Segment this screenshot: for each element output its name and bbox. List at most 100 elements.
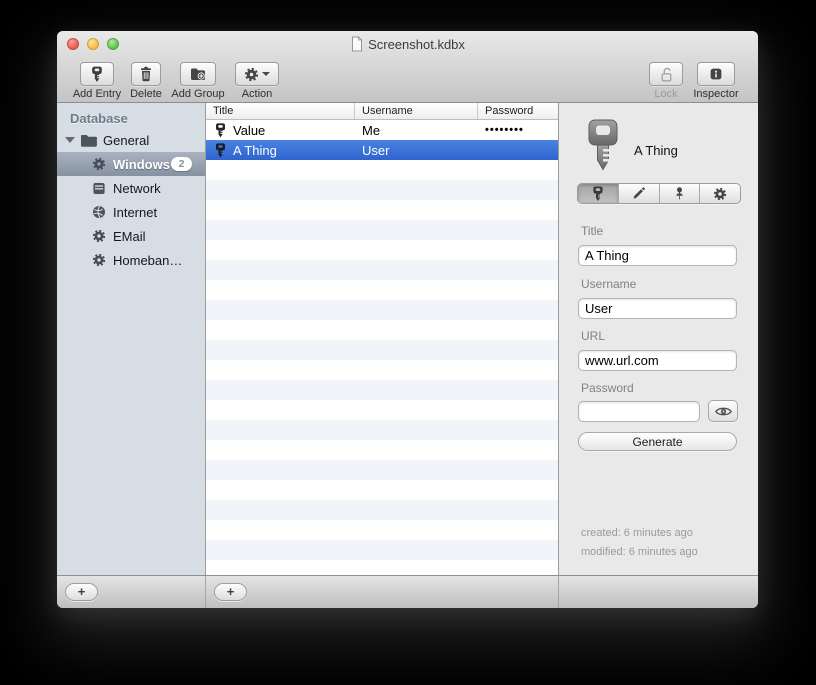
add-group-button[interactable] xyxy=(180,62,216,86)
content-area: Database General Windows 2 Network Inter… xyxy=(57,103,758,575)
entry-row-value[interactable]: Value Me •••••••• xyxy=(206,120,558,140)
document-icon xyxy=(350,36,363,52)
title-field[interactable] xyxy=(578,245,737,266)
gear-icon xyxy=(713,187,727,201)
toolbar-item-lock: Lock xyxy=(646,62,686,100)
username-field-label: Username xyxy=(581,277,637,291)
delete-button[interactable] xyxy=(131,62,161,86)
delete-label: Delete xyxy=(130,88,162,100)
sidebar-section-header: Database xyxy=(70,111,128,126)
sidebar-item-label: Windows xyxy=(113,156,170,172)
group-sidebar: Database General Windows 2 Network Inter… xyxy=(57,103,206,575)
pushpin-icon xyxy=(672,186,687,201)
entry-count-badge: 2 xyxy=(171,157,192,171)
inspector-label: Inspector xyxy=(693,88,739,100)
zoom-button[interactable] xyxy=(107,38,119,50)
title-bar[interactable]: Screenshot.kdbx xyxy=(57,31,758,57)
disclosure-triangle-icon[interactable] xyxy=(65,137,75,143)
column-header-password[interactable]: Password xyxy=(478,103,558,119)
inspector-panel: A Thing Title A Thing Username User URL … xyxy=(559,103,758,575)
bottom-bar: + + xyxy=(57,575,758,608)
password-field-label: Password xyxy=(581,381,634,395)
username-field[interactable] xyxy=(578,298,737,319)
gear-icon xyxy=(90,229,107,243)
globe-icon xyxy=(90,205,107,219)
toolbar-item-action: Action xyxy=(229,62,285,100)
sidebar-item-general[interactable]: General xyxy=(57,128,205,152)
add-entry-label: Add Entry xyxy=(72,88,122,100)
url-field[interactable] xyxy=(578,350,737,371)
window-title-text: Screenshot.kdbx xyxy=(368,36,465,52)
folder-icon xyxy=(80,134,97,147)
action-label: Action xyxy=(241,88,273,100)
gear-icon xyxy=(90,253,107,267)
tab-edit[interactable] xyxy=(619,184,660,203)
toolbar-item-inspector: Inspector xyxy=(686,62,746,100)
entry-list-header: Title Username Password xyxy=(206,103,558,120)
sidebar-item-label: Internet xyxy=(113,204,158,220)
reveal-password-button[interactable] xyxy=(708,400,738,422)
trash-icon xyxy=(139,66,153,82)
inspector-entry-title: A Thing xyxy=(634,143,678,158)
minimize-button[interactable] xyxy=(87,38,99,50)
entry-key-icon xyxy=(588,119,618,178)
generate-password-button[interactable]: Generate xyxy=(578,432,737,451)
lock-button[interactable] xyxy=(649,62,683,86)
eye-icon xyxy=(714,405,733,418)
empty-rows-stripes xyxy=(206,160,558,575)
title-field-label: Title xyxy=(581,224,604,238)
inspector-tabs xyxy=(577,183,741,204)
tab-key[interactable] xyxy=(578,184,619,203)
column-header-title[interactable]: Title xyxy=(206,103,355,119)
entry-title: Value xyxy=(233,122,266,138)
traffic-lights xyxy=(67,38,119,50)
chevron-down-icon xyxy=(262,72,270,76)
server-icon xyxy=(90,182,107,195)
sidebar-item-label: General xyxy=(103,132,150,148)
password-field[interactable] xyxy=(578,401,700,422)
sidebar-item-internet[interactable]: Internet xyxy=(57,200,205,224)
toolbar-item-add-group: Add Group xyxy=(167,62,229,100)
pencil-icon xyxy=(631,186,646,201)
key-icon xyxy=(215,142,226,158)
sidebar-item-label: Homeban… xyxy=(113,252,183,268)
toolbar: Add Entry Delete Add Group Action Lock I… xyxy=(57,57,758,103)
gear-icon xyxy=(244,67,259,82)
entry-password-dots xyxy=(478,140,558,160)
inspector-button[interactable] xyxy=(697,62,735,86)
add-entry-plus-button[interactable]: + xyxy=(214,583,247,601)
sidebar-item-email[interactable]: EMail xyxy=(57,224,205,248)
sidebar-item-label: Network xyxy=(113,180,161,196)
action-button[interactable] xyxy=(235,62,279,86)
entry-title: A Thing xyxy=(233,142,277,158)
tab-settings[interactable] xyxy=(700,184,740,203)
key-icon xyxy=(215,122,226,138)
tab-pin[interactable] xyxy=(660,184,701,203)
sidebar-item-homebanking[interactable]: Homeban… xyxy=(57,248,205,272)
sidebar-item-label: EMail xyxy=(113,228,146,244)
sidebar-item-network[interactable]: Network xyxy=(57,176,205,200)
entry-row-a-thing[interactable]: A Thing User xyxy=(206,140,558,160)
bottom-bar-inspector-section xyxy=(559,576,758,608)
entry-username: Me xyxy=(362,122,381,138)
key-icon xyxy=(91,66,103,83)
window-header: Screenshot.kdbx Add Entry Delete Add Gro… xyxy=(57,31,758,103)
add-group-label: Add Group xyxy=(171,88,225,100)
sidebar-item-windows[interactable]: Windows 2 xyxy=(57,152,205,176)
bottom-bar-sidebar-section: + xyxy=(57,576,206,608)
created-timestamp: created: 6 minutes ago xyxy=(581,527,693,539)
gear-icon xyxy=(90,157,107,171)
lock-open-icon xyxy=(658,66,674,83)
close-button[interactable] xyxy=(67,38,79,50)
column-header-username[interactable]: Username xyxy=(355,103,478,119)
entry-list: Title Username Password Value Me •••••••… xyxy=(206,103,559,575)
add-group-plus-button[interactable]: + xyxy=(65,583,98,601)
bottom-bar-list-section: + xyxy=(206,576,559,608)
modified-timestamp: modified: 6 minutes ago xyxy=(581,546,698,558)
entry-username: User xyxy=(362,142,390,158)
entry-password-dots: •••••••• xyxy=(485,124,524,136)
lock-label: Lock xyxy=(654,88,678,100)
add-entry-button[interactable] xyxy=(80,62,114,86)
app-window: Screenshot.kdbx Add Entry Delete Add Gro… xyxy=(57,31,758,608)
toolbar-item-add-entry: Add Entry xyxy=(69,62,125,100)
